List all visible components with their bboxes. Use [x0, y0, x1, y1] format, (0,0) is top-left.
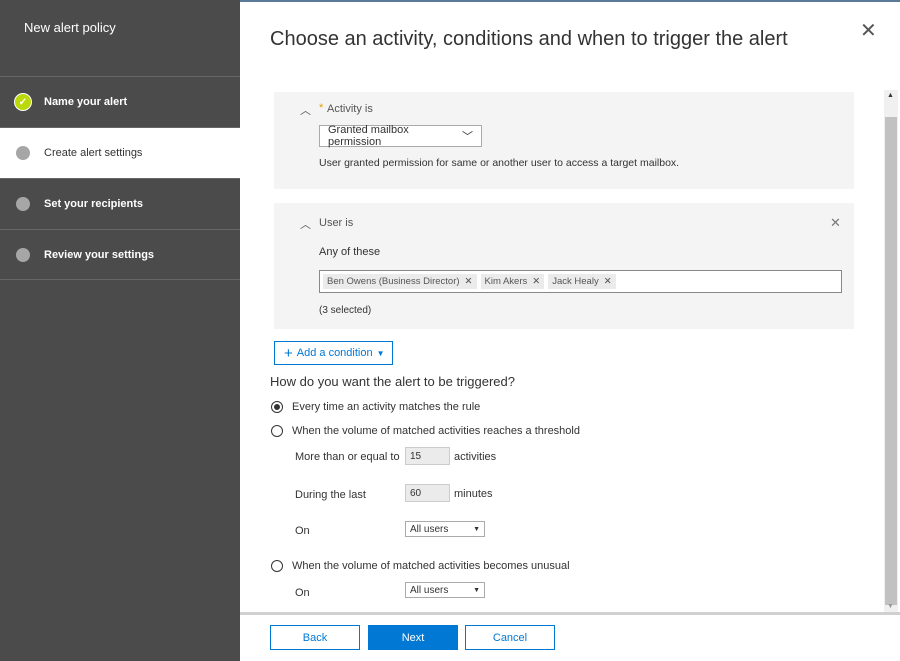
- user-label: User is: [319, 217, 354, 229]
- dropdown-value: All users: [410, 584, 449, 596]
- during-input[interactable]: 60: [405, 484, 450, 502]
- on-label: On: [295, 587, 310, 599]
- back-button[interactable]: Back: [270, 625, 360, 650]
- threshold-input[interactable]: 15: [405, 447, 450, 465]
- during-label: During the last: [295, 489, 366, 501]
- check-icon: ✓: [14, 93, 32, 111]
- during-unit: minutes: [454, 488, 493, 500]
- on-users-dropdown-unusual[interactable]: All users ▼: [405, 582, 485, 598]
- scrollbar[interactable]: ▲ ▼: [884, 90, 898, 613]
- step-dot-icon: [16, 146, 30, 160]
- step-label: Set your recipients: [44, 198, 144, 210]
- user-tag: Jack Healy ✕: [548, 274, 616, 289]
- activity-condition-panel: ︿ * Activity is Granted mailbox permissi…: [274, 92, 854, 189]
- selected-count: (3 selected): [319, 305, 372, 316]
- chevron-up-icon[interactable]: ︿: [300, 102, 311, 118]
- caret-down-icon: ▼: [376, 348, 385, 358]
- threshold-label: More than or equal to: [295, 451, 400, 463]
- footer-divider: [240, 612, 900, 615]
- add-condition-button[interactable]: + Add a condition ▼: [274, 341, 393, 365]
- caret-down-icon: ▼: [473, 525, 480, 533]
- step-dot-icon: [16, 247, 30, 262]
- tag-label: Jack Healy: [552, 276, 599, 287]
- remove-condition-icon[interactable]: ✕: [830, 215, 841, 231]
- trigger-option-every-time[interactable]: Every time an activity matches the rule: [271, 401, 480, 413]
- trigger-option-unusual[interactable]: When the volume of matched activities be…: [271, 560, 570, 572]
- option-label: Every time an activity matches the rule: [292, 401, 481, 413]
- cancel-button[interactable]: Cancel: [465, 625, 555, 650]
- step-dot-icon: [16, 197, 30, 211]
- close-icon[interactable]: ✕: [860, 18, 877, 43]
- trigger-question: How do you want the alert to be triggere…: [270, 374, 515, 389]
- chevron-down-icon: ﹀: [462, 131, 473, 143]
- step-name-your-alert[interactable]: ✓ Name your alert: [0, 76, 240, 127]
- on-label: On: [295, 525, 310, 537]
- step-create-alert-settings[interactable]: Create alert settings: [0, 127, 240, 178]
- remove-tag-icon[interactable]: ✕: [465, 276, 473, 287]
- any-of-these-label: Any of these: [319, 246, 381, 258]
- page-title: Choose an activity, conditions and when …: [270, 28, 788, 50]
- dropdown-value: All users: [410, 523, 449, 535]
- add-condition-label: Add a condition: [296, 347, 373, 359]
- step-label: Review your settings: [44, 248, 155, 261]
- step-set-your-recipients[interactable]: Set your recipients: [0, 178, 240, 229]
- option-label: When the volume of matched activities be…: [292, 560, 570, 572]
- option-label: When the volume of matched activities re…: [292, 425, 580, 437]
- scroll-up-icon[interactable]: ▲: [887, 92, 894, 99]
- user-condition-panel: ︿ User is ✕ Any of these Ben Owens (Busi…: [274, 203, 854, 329]
- threshold-unit: activities: [454, 451, 497, 463]
- next-button[interactable]: Next: [368, 625, 458, 650]
- step-review-your-settings[interactable]: Review your settings: [0, 229, 240, 280]
- remove-tag-icon[interactable]: ✕: [532, 276, 540, 287]
- scrollbar-thumb[interactable]: [885, 117, 897, 605]
- step-label: Create alert settings: [44, 147, 143, 159]
- caret-down-icon: ▼: [473, 586, 480, 594]
- trigger-option-threshold[interactable]: When the volume of matched activities re…: [271, 425, 580, 437]
- step-label: Name your alert: [44, 96, 128, 108]
- user-picker-input[interactable]: Ben Owens (Business Director) ✕ Kim Akers ✕…: [319, 270, 842, 293]
- chevron-up-icon[interactable]: ︿: [300, 216, 311, 232]
- tag-label: Kim Akers: [484, 276, 528, 287]
- wizard-sidebar: New alert policy ✓ Name your alert Create…: [0, 0, 240, 661]
- radio-selected[interactable]: [271, 401, 283, 413]
- activity-value: Granted mailbox permission: [328, 124, 409, 148]
- on-users-dropdown[interactable]: All users ▼: [405, 521, 485, 537]
- plus-icon: +: [284, 344, 293, 362]
- required-mark: *: [319, 102, 324, 114]
- tag-label: Ben Owens (Business Director): [327, 276, 460, 287]
- scroll-down-icon[interactable]: ▼: [887, 603, 894, 610]
- wizard-title: New alert policy: [24, 20, 116, 35]
- user-tag: Ben Owens (Business Director) ✕: [323, 274, 477, 289]
- user-tag: Kim Akers ✕: [480, 274, 545, 289]
- activity-label: Activity is: [327, 103, 373, 115]
- activity-dropdown[interactable]: Granted mailbox permission ﹀: [319, 124, 482, 148]
- radio-unselected[interactable]: [271, 560, 283, 572]
- remove-tag-icon[interactable]: ✕: [604, 276, 612, 287]
- activity-description: User granted permission for same or anot…: [319, 157, 680, 169]
- radio-unselected[interactable]: [271, 425, 283, 437]
